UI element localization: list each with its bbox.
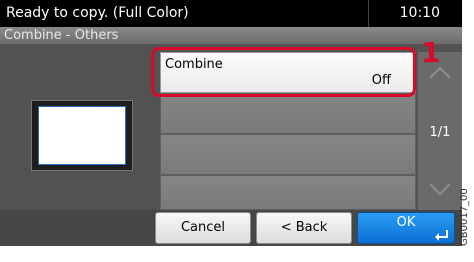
page-preview-icon — [38, 106, 126, 165]
empty-list-item — [160, 93, 416, 134]
bottom-toolbar: Cancel < Back OK — [0, 210, 462, 246]
empty-list-item — [160, 175, 416, 210]
status-bar: Ready to copy. (Full Color) 10:10 — [0, 0, 462, 27]
status-divider — [368, 0, 369, 27]
copier-panel: Ready to copy. (Full Color) 10:10 Combin… — [0, 0, 462, 246]
combine-preview — [31, 100, 133, 171]
title-bar: Combine - Others — [0, 27, 462, 44]
page-title: Combine - Others — [4, 28, 119, 43]
scroll-down-icon[interactable] — [418, 170, 462, 210]
page-indicator: 1/1 — [429, 125, 451, 140]
callout-number: 1 — [421, 36, 441, 69]
empty-list-item — [160, 134, 416, 175]
ok-button[interactable]: OK — [357, 212, 455, 244]
back-button[interactable]: < Back — [256, 212, 352, 244]
cancel-button[interactable]: Cancel — [155, 212, 251, 244]
callout-highlight — [151, 47, 416, 97]
clock: 10:10 — [399, 5, 440, 21]
scroll-panel: 1/1 — [418, 52, 462, 210]
figure-code: GB0017_00 — [459, 188, 470, 246]
ok-label: OK — [396, 215, 416, 230]
status-message: Ready to copy. (Full Color) — [6, 5, 189, 21]
enter-icon — [435, 230, 448, 241]
